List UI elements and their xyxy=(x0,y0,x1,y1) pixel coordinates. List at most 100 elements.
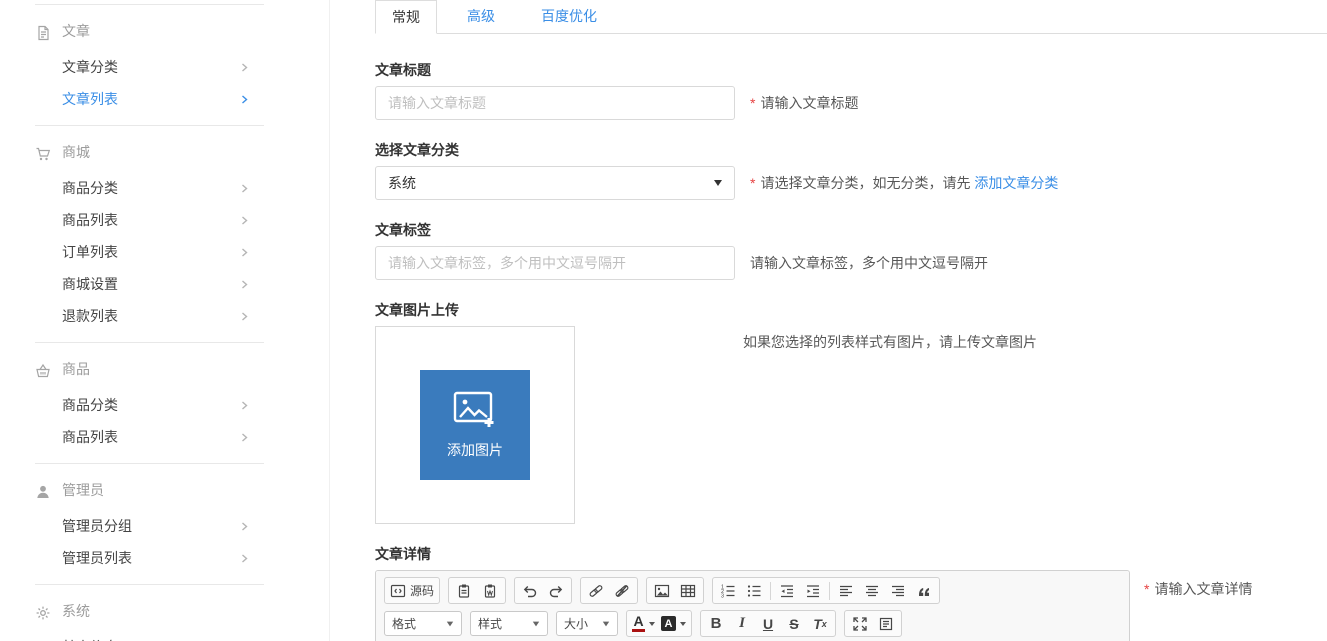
sidebar-item-label: 商城设置 xyxy=(62,274,118,294)
sidebar-item-mall-settings[interactable]: 商城设置 xyxy=(0,268,329,300)
redo-button[interactable] xyxy=(543,579,569,602)
source-button[interactable]: 源码 xyxy=(387,579,437,602)
remove-format-button[interactable]: Tx xyxy=(807,612,833,635)
chevron-right-icon xyxy=(240,401,249,410)
add-image-icon xyxy=(452,390,498,430)
tab-baidu-seo[interactable]: 百度优化 xyxy=(525,0,613,33)
paste-icon xyxy=(456,583,472,599)
sidebar-item-goods-list[interactable]: 商品列表 xyxy=(0,421,329,453)
required-asterisk: * xyxy=(1144,581,1149,597)
bold-button[interactable]: B xyxy=(703,612,729,635)
field-category: 选择文章分类 系统 *请选择文章分类，如无分类，请先 添加文章分类 xyxy=(375,140,1327,200)
blockquote-button[interactable] xyxy=(911,579,937,602)
sidebar-section-header-article: 文章 xyxy=(0,5,329,51)
paste-from-word-button[interactable] xyxy=(477,579,503,602)
sidebar-section-goods: 商品 商品分类 商品列表 xyxy=(0,343,329,453)
add-category-link[interactable]: 添加文章分类 xyxy=(974,175,1058,191)
sidebar-item-refund-list[interactable]: 退款列表 xyxy=(0,300,329,332)
category-select[interactable]: 系统 xyxy=(375,166,735,200)
sidebar-item-product-list[interactable]: 商品列表 xyxy=(0,204,329,236)
show-blocks-icon xyxy=(878,616,894,632)
tab-advanced[interactable]: 高级 xyxy=(451,0,511,33)
format-dropdown[interactable]: 格式 xyxy=(384,611,462,636)
toolbar-separator xyxy=(770,582,771,600)
sidebar-item-basic-info[interactable]: 基本信息 xyxy=(0,631,329,641)
sidebar-item-article-list[interactable]: 文章列表 xyxy=(0,83,329,115)
sidebar-item-goods-category[interactable]: 商品分类 xyxy=(0,389,329,421)
category-select-value: 系统 xyxy=(388,173,416,193)
unlink-button[interactable] xyxy=(609,579,635,602)
sidebar-section-label: 商城 xyxy=(62,142,90,162)
numbered-list-button[interactable]: 123 xyxy=(715,579,741,602)
align-right-button[interactable] xyxy=(885,579,911,602)
sidebar-item-product-category[interactable]: 商品分类 xyxy=(0,172,329,204)
redo-icon xyxy=(548,583,564,599)
strikethrough-button[interactable]: S xyxy=(781,612,807,635)
align-center-button[interactable] xyxy=(859,579,885,602)
insert-image-icon xyxy=(654,583,670,599)
admin-page: 文章 文章分类 文章列表 商城 商品分类 xyxy=(0,0,1327,641)
field-tags: 文章标签 请输入文章标签，多个用中文逗号隔开 xyxy=(375,220,1327,280)
field-detail: 文章详情 源码 xyxy=(375,544,1327,641)
insert-image-button[interactable] xyxy=(649,579,675,602)
chevron-right-icon xyxy=(240,216,249,225)
text-color-button[interactable]: A xyxy=(629,612,658,635)
format-dropdown-label: 格式 xyxy=(392,615,416,632)
show-blocks-button[interactable] xyxy=(873,612,899,635)
image-upload-box: 添加图片 xyxy=(375,326,575,524)
sidebar-item-admin-group[interactable]: 管理员分组 xyxy=(0,510,329,542)
tags-hint: 请输入文章标签，多个用中文逗号隔开 xyxy=(750,253,988,273)
insert-table-icon xyxy=(680,583,696,599)
chevron-right-icon xyxy=(240,312,249,321)
sidebar-item-label: 商品列表 xyxy=(62,210,118,230)
style-dropdown-label: 样式 xyxy=(478,615,502,632)
required-asterisk: * xyxy=(750,95,755,111)
tab-general[interactable]: 常规 xyxy=(375,0,437,34)
sidebar-item-article-category[interactable]: 文章分类 xyxy=(0,51,329,83)
link-button[interactable] xyxy=(583,579,609,602)
font-size-dropdown-label: 大小 xyxy=(564,615,588,632)
dropdown-arrow-icon xyxy=(680,622,686,626)
outdent-button[interactable] xyxy=(774,579,800,602)
align-center-icon xyxy=(864,583,880,599)
tags-input[interactable] xyxy=(375,246,735,280)
underline-button[interactable]: U xyxy=(755,612,781,635)
chevron-right-icon xyxy=(240,184,249,193)
sidebar-section-header-system: 系统 xyxy=(0,585,329,631)
image-upload-label: 文章图片上传 xyxy=(375,300,1327,320)
sidebar-section-article: 文章 文章分类 文章列表 xyxy=(0,5,329,115)
style-dropdown[interactable]: 样式 xyxy=(470,611,548,636)
sidebar-item-label: 文章分类 xyxy=(62,57,118,77)
tags-label: 文章标签 xyxy=(375,220,1327,240)
title-input[interactable] xyxy=(375,86,735,120)
undo-button[interactable] xyxy=(517,579,543,602)
detail-hint: *请输入文章详情 xyxy=(1144,570,1252,599)
maximize-button[interactable] xyxy=(847,612,873,635)
bullet-list-button[interactable] xyxy=(741,579,767,602)
chevron-right-icon xyxy=(240,63,249,72)
dropdown-arrow-icon xyxy=(603,621,609,626)
sidebar-item-label: 管理员列表 xyxy=(62,548,132,568)
toolbar-separator xyxy=(829,582,830,600)
chevron-right-icon xyxy=(240,248,249,257)
background-color-icon: A xyxy=(661,616,676,631)
sidebar-item-order-list[interactable]: 订单列表 xyxy=(0,236,329,268)
sidebar: 文章 文章分类 文章列表 商城 商品分类 xyxy=(0,0,330,641)
dropdown-arrow-icon xyxy=(533,621,539,626)
sidebar-item-admin-list[interactable]: 管理员列表 xyxy=(0,542,329,574)
add-image-button[interactable]: 添加图片 xyxy=(420,370,530,480)
undo-icon xyxy=(522,583,538,599)
required-asterisk: * xyxy=(750,175,755,191)
tab-bar: 常规 高级 百度优化 xyxy=(375,0,1327,34)
background-color-button[interactable]: A xyxy=(658,612,689,635)
indent-button[interactable] xyxy=(800,579,826,602)
select-arrow-icon xyxy=(714,180,722,186)
italic-button[interactable]: I xyxy=(729,612,755,635)
insert-table-button[interactable] xyxy=(675,579,701,602)
chevron-right-icon xyxy=(240,554,249,563)
sidebar-item-label: 退款列表 xyxy=(62,306,118,326)
numbered-list-icon: 123 xyxy=(720,583,736,599)
align-left-button[interactable] xyxy=(833,579,859,602)
paste-button[interactable] xyxy=(451,579,477,602)
font-size-dropdown[interactable]: 大小 xyxy=(556,611,618,636)
